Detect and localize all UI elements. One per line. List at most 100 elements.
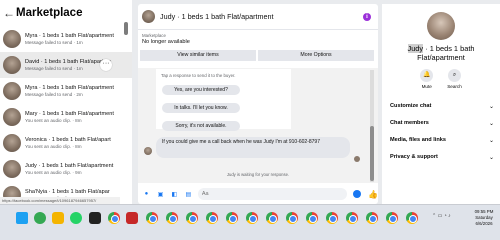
info-icon[interactable]: i [363,13,371,21]
more-options-icon[interactable]: ··· [100,59,112,71]
search-icon: ⌕ [448,69,461,82]
chrome-icon[interactable] [266,212,278,224]
chrome-icon[interactable] [346,212,358,224]
quick-replies-card: Tap a response to send it to the buyer. … [156,69,291,131]
privacy-support-row[interactable]: Privacy & support ⌄ [390,154,494,161]
sticker-icon[interactable]: ◧ [170,190,179,199]
message-bubble: If you could give me a call back when he… [156,137,350,158]
chrome-icon[interactable] [206,212,218,224]
gif-icon[interactable]: ▤ [184,190,193,199]
customize-chat-row[interactable]: Customize chat ⌄ [390,103,494,110]
chrome-icon[interactable] [406,212,418,224]
listing-info: Marketplace No longer available [138,30,378,45]
sidebar-header: ← Marketplace [0,0,132,26]
avatar [3,30,21,48]
chrome-icon[interactable] [186,212,198,224]
mute-label: Mute [421,84,432,89]
chevron-down-icon: ⌄ [488,138,494,144]
mute-button[interactable]: 🔔 Mute [420,69,434,89]
avatar [3,82,21,100]
quick-reply-button[interactable]: Sorry, it's not available. [162,121,240,131]
conversation-name: Myra · 1 beds 1 bath Flat/apartment [25,85,114,91]
listing-label: Marketplace [142,33,166,38]
conversation-name: Mary · 1 beds 1 bath Flat/apartment [25,111,114,117]
chat-panel: Judy · 1 beds 1 bath Flat/apartment i Ma… [138,4,378,204]
emoji-icon[interactable] [353,190,362,198]
chrome-icon[interactable] [166,212,178,224]
search-button[interactable]: ⌕ Search [447,69,462,89]
avatar[interactable] [142,10,155,23]
details-actions: 🔔 Mute ⌕ Search [382,69,500,89]
avatar [3,108,21,126]
conversation-item[interactable]: David · 1 beds 1 bath Flat/apartme Messag… [0,52,132,78]
windows-start-icon[interactable] [16,212,28,224]
chrome-icon[interactable] [366,212,378,224]
chrome-icon[interactable] [386,212,398,224]
taskbar: ⌃ ▭ ◔ ♪ 09:55 PM Saturday 6/6/2026 [0,204,500,240]
conversation-item[interactable]: Judy · 1 beds 1 bath Flat/apartment You s… [0,156,132,182]
chat-header: Judy · 1 beds 1 bath Flat/apartment i [138,4,378,30]
chevron-down-icon: ⌄ [488,121,494,127]
row-label: Media, files and links [390,137,446,143]
back-arrow-icon[interactable]: ← [3,6,15,20]
chat-scrollbar-thumb[interactable] [370,126,374,181]
chevron-down-icon: ⌄ [488,155,494,161]
conversation-name: Sha'Nyia · 1 beds 1 bath Flat/apar [25,189,110,195]
chrome-icon[interactable] [306,212,318,224]
like-icon[interactable]: 👍 [368,190,378,199]
details-title-highlight: Judy [407,44,424,53]
file-explorer-icon[interactable] [52,212,64,224]
status-url: https://facebook.com/message/t/109618794… [0,197,120,204]
conversation-name: Veronica · 1 beds 1 bath Flat/apart [25,137,111,143]
chat-title[interactable]: Judy · 1 beds 1 bath Flat/apartment [160,12,273,21]
conversation-status: You sent an audio clip. · 8m [25,118,82,123]
conversation-item[interactable]: Mary · 1 beds 1 bath Flat/apartment You s… [0,104,132,130]
profile-avatar[interactable] [427,12,455,40]
conversation-status: Message failed to send · 1m [25,40,83,45]
seen-indicator-icon [354,156,360,162]
waiting-notice: Judy is waiting for your response. [226,172,290,177]
listing-actions: View similar items More Options [140,50,374,61]
chat-members-row[interactable]: Chat members ⌄ [390,120,494,127]
conversation-status: Message failed to send · 2m [25,92,83,97]
clock[interactable]: 09:55 PM Saturday 6/6/2026 [470,209,498,227]
chrome-icon[interactable] [246,212,258,224]
more-options-button[interactable]: More Options [258,50,374,61]
chrome-icon[interactable] [286,212,298,224]
media-files-links-row[interactable]: Media, files and links ⌄ [390,137,494,144]
clock-date: 6/6/2026 [475,221,493,226]
row-label: Privacy & support [390,154,438,160]
microphone-icon[interactable]: ● [142,190,151,199]
edge-icon[interactable] [34,212,46,224]
composer: ● ▣ ◧ ▤ 👍 [138,184,378,204]
sidebar-scrollbar[interactable] [124,22,128,35]
conversation-item[interactable]: Veronica · 1 beds 1 bath Flat/apart You s… [0,130,132,156]
chrome-icon[interactable] [108,212,120,224]
chrome-icon[interactable] [146,212,158,224]
message-thread: Tap a response to send it to the buyer. … [138,68,378,183]
terminal-icon[interactable] [89,212,101,224]
chrome-icon[interactable] [226,212,238,224]
conversation-item[interactable]: Myra · 1 beds 1 bath Flat/apartment Messa… [0,78,132,104]
row-label: Customize chat [390,103,432,109]
conversation-sidebar: ← Marketplace Myra · 1 beds 1 bath Flat/… [0,0,132,204]
quick-reply-button[interactable]: Yes, are you interested? [162,85,240,95]
conversation-name: Myra · 1 beds 1 bath Flat/apartment [25,33,114,39]
chrome-icon[interactable] [326,212,338,224]
conversation-item[interactable]: Myra · 1 beds 1 bath Flat/apartment Messa… [0,26,132,52]
search-label: Search [447,84,462,89]
message-input[interactable] [197,188,348,200]
conversation-status: You sent an audio clip. · 9m [25,170,82,175]
system-tray-icons[interactable]: ⌃ ▭ ◔ ♪ [432,213,451,219]
avatar [3,160,21,178]
view-similar-button[interactable]: View similar items [140,50,256,61]
whatsapp-icon[interactable] [70,212,82,224]
quick-reply-hint: Tap a response to send it to the buyer. [161,73,236,78]
chevron-down-icon: ⌄ [488,104,494,110]
avatar [3,134,21,152]
image-icon[interactable]: ▣ [156,190,165,199]
app-icon[interactable] [126,212,138,224]
quick-reply-button[interactable]: In talks. I'll let you know. [162,103,240,113]
conversation-status: You sent an audio clip. · 8m [25,144,82,149]
sidebar-title: Marketplace [16,7,83,19]
